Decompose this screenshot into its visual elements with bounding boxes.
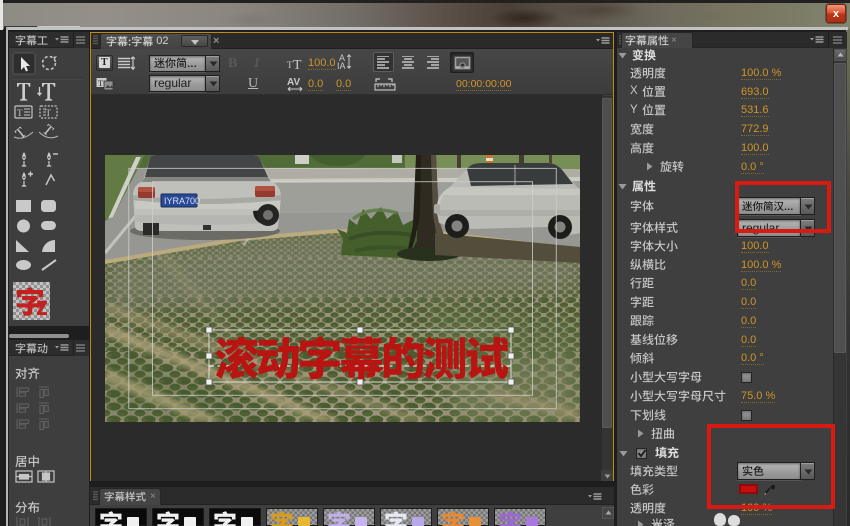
svg-text:AV: AV [287,77,300,88]
svg-text:T: T [17,108,23,118]
svg-text:T: T [46,108,52,118]
svg-text:T: T [293,58,302,71]
svg-text:T: T [98,78,104,88]
svg-text:IA: IA [337,61,346,71]
